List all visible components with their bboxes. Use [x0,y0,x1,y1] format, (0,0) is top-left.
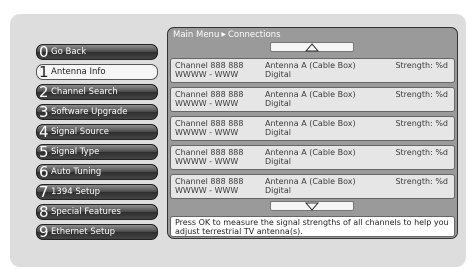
menu-item-1394-setup[interactable]: 7 1394 Setup [36,183,158,201]
menu-item-label: Antenna Info [51,67,106,77]
help-text: Press OK to measure the signal strengths… [175,218,449,236]
menu-item-number: 2 [39,83,49,101]
channel-antenna: Antenna A (Cable Box) [265,148,356,157]
channel-number: Channel 888 888 [175,177,244,186]
connections-panel: Main Menu ▶ Connections Channel 888 888 WW… [167,27,458,239]
menu-item-go-back[interactable]: 0 Go Back [36,43,158,61]
channel-row[interactable]: Channel 888 888 WWWW - WWW Antenna A (Ca… [170,87,455,112]
triangle-down-outline-icon [305,202,319,211]
menu-item-auto-tuning[interactable]: 6 Auto Tuning [36,163,158,181]
channel-antenna: Antenna A (Cable Box) [265,90,356,99]
channel-strength: Strength: %d [395,90,448,99]
channel-strength: Strength: %d [395,61,448,70]
menu-item-label: Ethernet Setup [51,227,116,237]
channel-callsign: WWWW - WWW [175,186,239,195]
channel-row[interactable]: Channel 888 888 WWWW - WWW Antenna A (Ca… [170,145,455,170]
channel-row[interactable]: Channel 888 888 WWWW - WWW Antenna A (Ca… [170,174,455,199]
channel-row[interactable]: Channel 888 888 WWWW - WWW Antenna A (Ca… [170,116,455,141]
menu-item-number: 6 [39,163,49,181]
menu-item-ethernet-setup[interactable]: 9 Ethernet Setup [36,223,158,241]
menu-item-label: 1394 Setup [51,187,101,197]
menu-item-label: Signal Source [51,127,110,137]
menu-item-label: Channel Search [51,87,118,97]
channel-callsign: WWWW - WWW [175,128,239,137]
menu-item-antenna-info[interactable]: 1 Antenna Info [36,63,158,81]
menu-item-special-features[interactable]: 8 Special Features [36,203,158,221]
play-arrow-icon: ▶ [221,31,226,38]
scroll-down-button[interactable] [270,201,354,211]
channel-antenna: Antenna A (Cable Box) [265,119,356,128]
menu-item-label: Signal Type [51,147,100,157]
breadcrumb-current: Connections [227,30,281,40]
menu-item-number: 3 [39,103,49,121]
triangle-up-outline-icon [305,43,319,52]
channel-number: Channel 888 888 [175,148,244,157]
menu-item-number: 7 [39,183,49,201]
channel-type: Digital [265,157,291,166]
menu-item-signal-type[interactable]: 5 Signal Type [36,143,158,161]
channel-strength: Strength: %d [395,119,448,128]
channel-row[interactable]: Channel 888 888 WWWW - WWW Antenna A (Ca… [170,58,455,83]
menu-item-number: 8 [39,203,49,221]
channel-strength: Strength: %d [395,148,448,157]
channel-antenna: Antenna A (Cable Box) [265,177,356,186]
channel-type: Digital [265,128,291,137]
menu-item-label: Special Features [51,207,121,217]
menu-item-number: 5 [39,143,49,161]
menu-item-number: 4 [39,123,49,141]
channel-callsign: WWWW - WWW [175,70,239,79]
menu-item-label: Auto Tuning [51,167,102,177]
menu-item-number: 1 [39,63,49,81]
scroll-up-button[interactable] [270,42,354,52]
menu-item-label: Software Upgrade [51,107,128,117]
channel-callsign: WWWW - WWW [175,99,239,108]
channel-callsign: WWWW - WWW [175,157,239,166]
menu-item-software-upgrade[interactable]: 3 Software Upgrade [36,103,158,121]
menu-item-label: Go Back [51,47,87,57]
channel-number: Channel 888 888 [175,61,244,70]
menu-item-number: 9 [39,223,49,241]
breadcrumb-parent[interactable]: Main Menu [173,30,219,40]
breadcrumb: Main Menu ▶ Connections [173,29,281,41]
help-text-box: Press OK to measure the signal strengths… [170,216,455,237]
channel-number: Channel 888 888 [175,119,244,128]
channel-strength: Strength: %d [395,177,448,186]
menu-item-channel-search[interactable]: 2 Channel Search [36,83,158,101]
channel-type: Digital [265,99,291,108]
channel-type: Digital [265,70,291,79]
menu-item-signal-source[interactable]: 4 Signal Source [36,123,158,141]
menu-item-number: 0 [39,43,49,61]
channel-type: Digital [265,186,291,195]
channel-antenna: Antenna A (Cable Box) [265,61,356,70]
channel-number: Channel 888 888 [175,90,244,99]
